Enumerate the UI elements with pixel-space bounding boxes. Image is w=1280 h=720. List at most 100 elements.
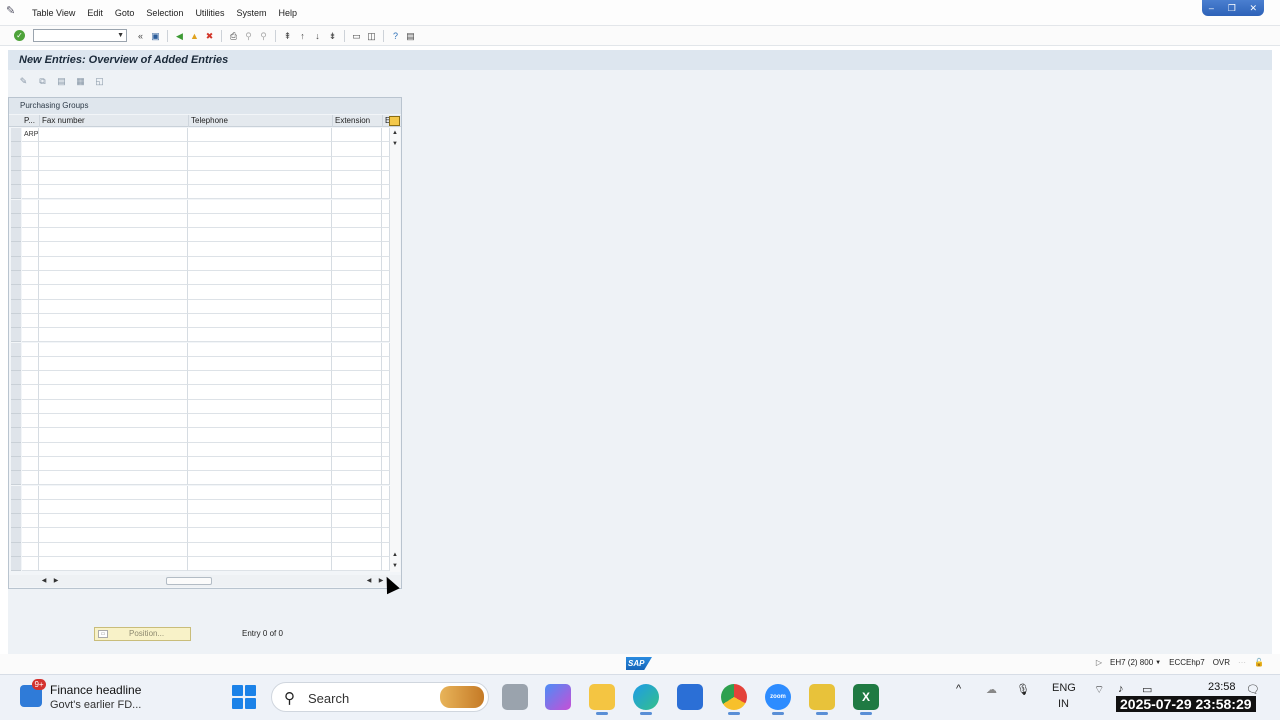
news-headline[interactable]: Finance headline [50, 683, 141, 697]
email-cell[interactable] [382, 542, 390, 557]
change-display-icon[interactable]: ✎ [18, 75, 30, 87]
copy-as-icon[interactable]: ⧉ [37, 75, 49, 87]
extension-cell[interactable] [332, 256, 382, 271]
clock-time[interactable]: 23:58 [1208, 681, 1236, 693]
extension-cell[interactable] [332, 399, 382, 414]
row-selector[interactable] [11, 442, 21, 457]
email-cell[interactable] [382, 128, 390, 143]
fax-number-cell[interactable] [39, 242, 188, 257]
fax-number-cell[interactable] [39, 228, 188, 243]
chrome-icon[interactable] [721, 684, 747, 715]
chevron-down-icon[interactable]: ▼ [117, 30, 124, 42]
row-selector[interactable] [11, 414, 21, 429]
telephone-cell[interactable] [188, 185, 332, 200]
telephone-cell[interactable] [188, 313, 332, 329]
menu-help[interactable]: Help [272, 8, 303, 18]
telephone-cell[interactable] [188, 170, 332, 186]
new-session-icon[interactable]: ▭ [351, 30, 363, 42]
extension-cell[interactable] [332, 456, 382, 472]
fax-number-cell[interactable] [39, 313, 188, 329]
find-icon[interactable]: ⚲ [243, 30, 255, 42]
purchasing-group-cell[interactable] [22, 228, 39, 243]
restore-icon[interactable]: ❐ [1228, 3, 1236, 14]
email-cell[interactable] [382, 371, 390, 386]
purchasing-group-cell[interactable] [22, 428, 39, 443]
news-subline[interactable]: Govt's earlier FD... [50, 699, 141, 711]
fax-number-cell[interactable] [39, 299, 188, 314]
email-cell[interactable] [382, 485, 390, 500]
fax-number-cell[interactable] [39, 456, 188, 472]
wifi-icon[interactable]: ⌔ [1094, 683, 1104, 697]
email-cell[interactable] [382, 342, 390, 357]
email-cell[interactable] [382, 514, 390, 529]
row-selector[interactable] [11, 256, 21, 271]
row-selector[interactable] [11, 128, 21, 143]
save-icon[interactable]: ▣ [150, 30, 162, 42]
purchasing-group-cell[interactable] [22, 142, 39, 157]
enter-icon[interactable]: ✓ [14, 30, 25, 41]
email-cell[interactable] [382, 399, 390, 414]
row-selector[interactable] [11, 514, 21, 529]
extension-cell[interactable] [332, 313, 382, 329]
purchasing-group-cell[interactable] [22, 557, 39, 572]
telephone-cell[interactable] [188, 456, 332, 472]
purchasing-group-cell[interactable] [22, 528, 39, 543]
column-header-extension[interactable]: Extension [332, 115, 382, 127]
email-cell[interactable] [382, 356, 390, 372]
fax-number-cell[interactable] [39, 442, 188, 457]
collapse-icon[interactable]: « [135, 30, 147, 42]
menu-table-view[interactable]: Table View [26, 8, 81, 18]
telephone-cell[interactable] [188, 256, 332, 271]
horizontal-scroll-thumb[interactable] [166, 577, 212, 585]
row-selector[interactable] [11, 557, 21, 572]
extension-cell[interactable] [332, 414, 382, 429]
fax-number-cell[interactable] [39, 514, 188, 529]
email-cell[interactable] [382, 385, 390, 400]
email-cell[interactable] [382, 170, 390, 186]
telephone-cell[interactable] [188, 271, 332, 286]
copilot-icon[interactable] [545, 684, 571, 710]
row-selector[interactable] [11, 471, 21, 486]
email-cell[interactable] [382, 228, 390, 243]
purchasing-group-cell[interactable] [22, 271, 39, 286]
app-menu-icon[interactable]: ✎ [6, 5, 18, 17]
email-cell[interactable] [382, 242, 390, 257]
battery-icon[interactable]: ▭ [1142, 683, 1152, 696]
purchasing-group-cell[interactable] [22, 285, 39, 300]
row-selector[interactable] [11, 199, 21, 214]
extension-cell[interactable] [332, 156, 382, 171]
telephone-cell[interactable] [188, 542, 332, 557]
telephone-cell[interactable] [188, 499, 332, 515]
find-next-icon[interactable]: ⚲ [258, 30, 270, 42]
table-settings-icon[interactable] [389, 116, 400, 126]
extension-cell[interactable] [332, 185, 382, 200]
email-cell[interactable] [382, 156, 390, 171]
language-code[interactable]: ENG [1052, 682, 1076, 694]
insert-mode[interactable]: OVR [1213, 658, 1230, 667]
email-cell[interactable] [382, 499, 390, 515]
menu-utilities[interactable]: Utilities [189, 8, 230, 18]
fax-number-cell[interactable] [39, 342, 188, 357]
purchasing-group-cell[interactable] [22, 256, 39, 271]
purchasing-group-cell[interactable] [22, 499, 39, 515]
extension-cell[interactable] [332, 285, 382, 300]
fax-number-cell[interactable] [39, 128, 188, 143]
minimize-icon[interactable]: – [1209, 3, 1214, 13]
telephone-cell[interactable] [188, 285, 332, 300]
file-explorer-icon[interactable] [589, 684, 615, 715]
telephone-cell[interactable] [188, 414, 332, 429]
row-selector[interactable] [11, 428, 21, 443]
menu-selection[interactable]: Selection [140, 8, 189, 18]
cancel-icon[interactable]: ✖ [204, 30, 216, 42]
print-icon[interactable]: ⎙ [228, 30, 240, 42]
fax-number-cell[interactable] [39, 528, 188, 543]
fax-number-cell[interactable] [39, 485, 188, 500]
telephone-cell[interactable] [188, 385, 332, 400]
fax-number-cell[interactable] [39, 199, 188, 214]
purchasing-group-cell[interactable] [22, 328, 39, 343]
email-cell[interactable] [382, 185, 390, 200]
email-cell[interactable] [382, 256, 390, 271]
email-cell[interactable] [382, 271, 390, 286]
purchasing-group-cell[interactable] [22, 485, 39, 500]
email-cell[interactable] [382, 142, 390, 157]
